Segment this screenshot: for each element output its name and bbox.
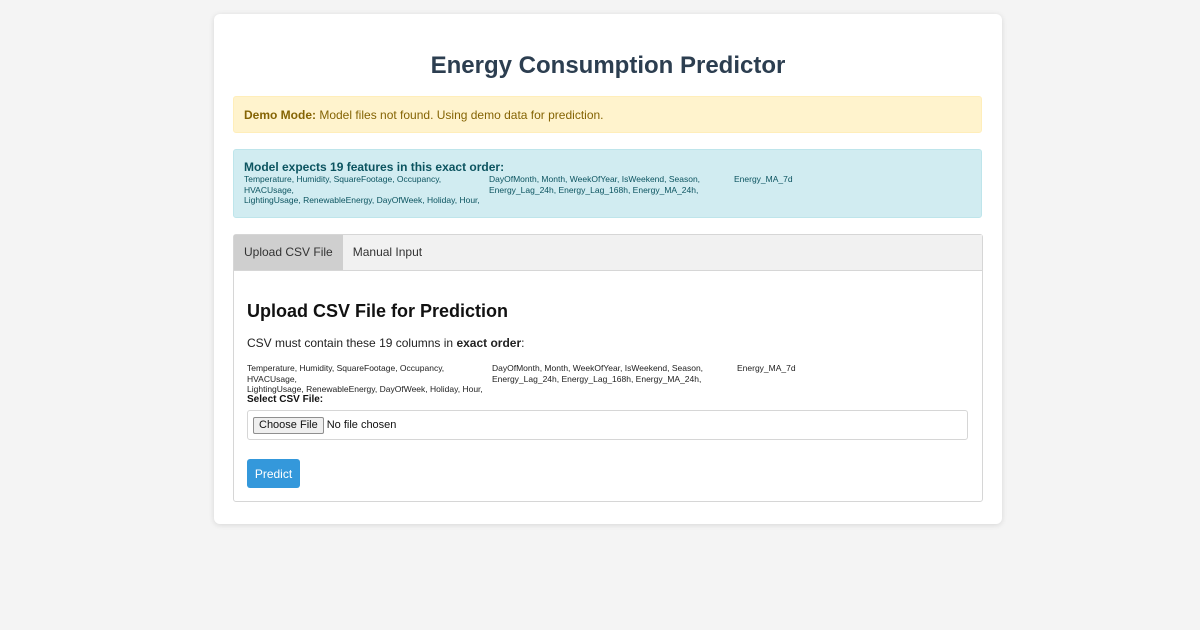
csv-column-line: DayOfMonth, Month, WeekOfYear, IsWeekend… — [492, 363, 704, 373]
instr-prefix: CSV must contain these 19 columns in — [247, 336, 457, 350]
main-card: Energy Consumption Predictor Demo Mode: … — [214, 14, 1002, 524]
demo-mode-label: Demo Mode: — [244, 108, 316, 122]
feature-order-title: Model expects 19 features in this exact … — [244, 160, 505, 174]
csv-column-group: Temperature, Humidity, SquareFootage, Oc… — [247, 363, 492, 395]
feature-order-info: Model expects 19 features in this exact … — [233, 149, 982, 218]
feature-line: DayOfMonth, Month, WeekOfYear, IsWeekend… — [489, 174, 701, 184]
csv-column-line: Energy_MA_7d — [737, 363, 796, 373]
csv-column-list: Temperature, Humidity, SquareFootage, Oc… — [247, 363, 967, 395]
feature-column: Energy_MA_7d — [734, 174, 979, 206]
feature-line: Temperature, Humidity, SquareFootage, Oc… — [244, 174, 442, 195]
choose-file-button[interactable]: Choose File — [253, 416, 324, 434]
instr-suffix: : — [521, 336, 525, 350]
feature-line: Energy_Lag_24h, Energy_Lag_168h, Energy_… — [489, 184, 699, 195]
demo-mode-alert: Demo Mode: Model files not found. Using … — [233, 96, 982, 133]
file-input-label: Select CSV File: — [247, 394, 324, 405]
csv-column-group: Energy_MA_7d — [737, 363, 982, 395]
csv-instructions: CSV must contain these 19 columns in exa… — [247, 336, 524, 350]
tab-bar: Upload CSV File Manual Input — [234, 235, 982, 271]
predict-button[interactable]: Predict — [247, 459, 300, 488]
tab-upload-csv[interactable]: Upload CSV File — [234, 235, 343, 270]
csv-column-group: DayOfMonth, Month, WeekOfYear, IsWeekend… — [492, 363, 737, 395]
demo-mode-message: Model files not found. Using demo data f… — [316, 108, 604, 122]
upload-heading: Upload CSV File for Prediction — [247, 301, 509, 321]
tabs-panel: Upload CSV File Manual Input Upload CSV … — [233, 234, 983, 502]
csv-column-line: Energy_Lag_24h, Energy_Lag_168h, Energy_… — [492, 373, 702, 384]
no-file-text: No file chosen — [326, 419, 397, 431]
feature-line: Energy_MA_7d — [734, 174, 793, 184]
feature-column: Temperature, Humidity, SquareFootage, Oc… — [244, 174, 489, 206]
feature-line: LightingUsage, RenewableEnergy, DayOfWee… — [244, 195, 480, 205]
csv-column-line: LightingUsage, RenewableEnergy, DayOfWee… — [247, 384, 483, 394]
tab-manual-input[interactable]: Manual Input — [343, 235, 432, 270]
csv-column-line: Temperature, Humidity, SquareFootage, Oc… — [247, 363, 445, 384]
instr-bold: exact order — [456, 336, 522, 350]
page-title: Energy Consumption Predictor — [430, 52, 786, 79]
feature-list: Temperature, Humidity, SquareFootage, Oc… — [244, 174, 971, 206]
csv-file-input[interactable]: Choose File No file chosen — [247, 410, 968, 440]
feature-column: DayOfMonth, Month, WeekOfYear, IsWeekend… — [489, 174, 734, 206]
